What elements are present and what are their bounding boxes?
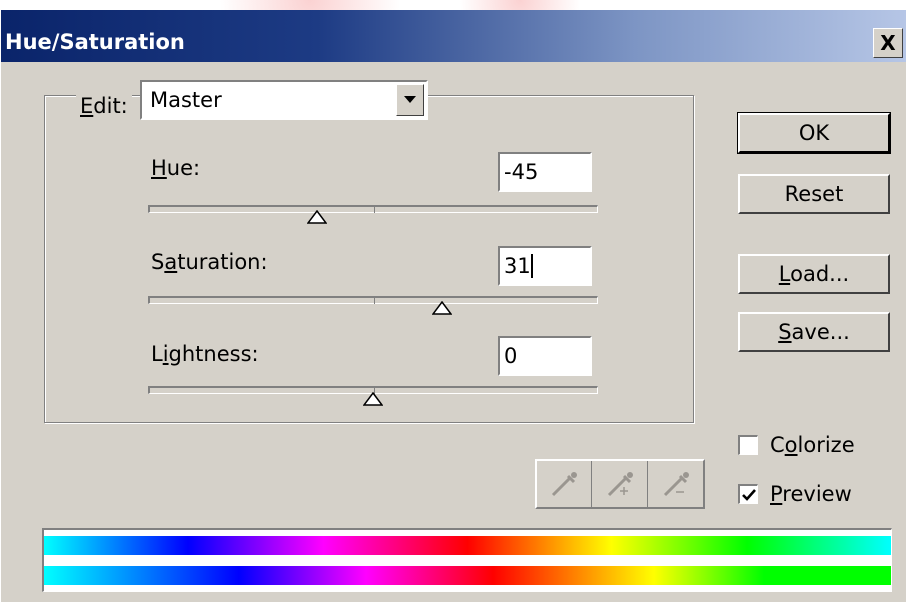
hue-slider-thumb[interactable]: [307, 210, 328, 224]
eyedropper-plus-button[interactable]: [593, 461, 648, 507]
edit-group-box: [44, 95, 694, 423]
preview-checkbox[interactable]: [738, 484, 758, 504]
lightness-slider-thumb[interactable]: [363, 392, 383, 406]
checkmark-icon: [742, 489, 756, 501]
save-button[interactable]: Save...: [738, 312, 890, 352]
lightness-input[interactable]: 0: [498, 336, 592, 376]
saturation-slider-thumb[interactable]: [432, 301, 453, 315]
hue-label: Hue:: [151, 156, 201, 180]
eyedropper-plus-icon: [607, 472, 633, 497]
color-spectrum-panel: [42, 528, 892, 592]
output-color-bar: [44, 566, 891, 585]
eyedropper-minus-button[interactable]: [649, 461, 704, 507]
colorize-checkbox[interactable]: [738, 435, 758, 455]
chevron-down-icon: [404, 96, 416, 103]
saturation-input[interactable]: 31: [498, 246, 592, 286]
hue-value: -45: [504, 160, 539, 184]
saturation-value: 31: [504, 254, 531, 278]
reset-button[interactable]: Reset: [738, 174, 890, 214]
colorize-label[interactable]: Colorize: [770, 433, 855, 457]
edit-channel-select[interactable]: Master: [140, 80, 428, 120]
eyedropper-icon: [551, 472, 577, 497]
window-title: Hue/Saturation: [5, 30, 185, 54]
dropdown-arrow-button[interactable]: [396, 84, 424, 116]
hue-input[interactable]: -45: [498, 152, 592, 192]
edit-channel-value: Master: [150, 88, 222, 112]
hue-slider-track[interactable]: [148, 205, 598, 213]
close-icon: X: [880, 31, 896, 55]
lightness-value: 0: [504, 344, 518, 368]
eyedropper-minus-icon: [663, 472, 689, 497]
hue-center-mark: [374, 205, 375, 213]
eyedropper-button[interactable]: [537, 461, 592, 507]
ok-button[interactable]: OK: [737, 112, 891, 154]
saturation-slider-track[interactable]: [148, 296, 598, 304]
eyedropper-toolbar: [535, 459, 705, 509]
saturation-label: Saturation:: [151, 250, 268, 274]
lightness-label: Lightness:: [151, 342, 259, 366]
input-color-bar: [44, 536, 891, 555]
preview-label[interactable]: Preview: [770, 482, 852, 506]
edit-label: Edit:: [76, 94, 132, 118]
saturation-center-mark: [374, 296, 375, 304]
close-button[interactable]: X: [873, 28, 903, 58]
load-button[interactable]: Load...: [738, 254, 890, 294]
text-caret: [531, 254, 533, 278]
title-bar[interactable]: Hue/Saturation X: [1, 10, 906, 62]
